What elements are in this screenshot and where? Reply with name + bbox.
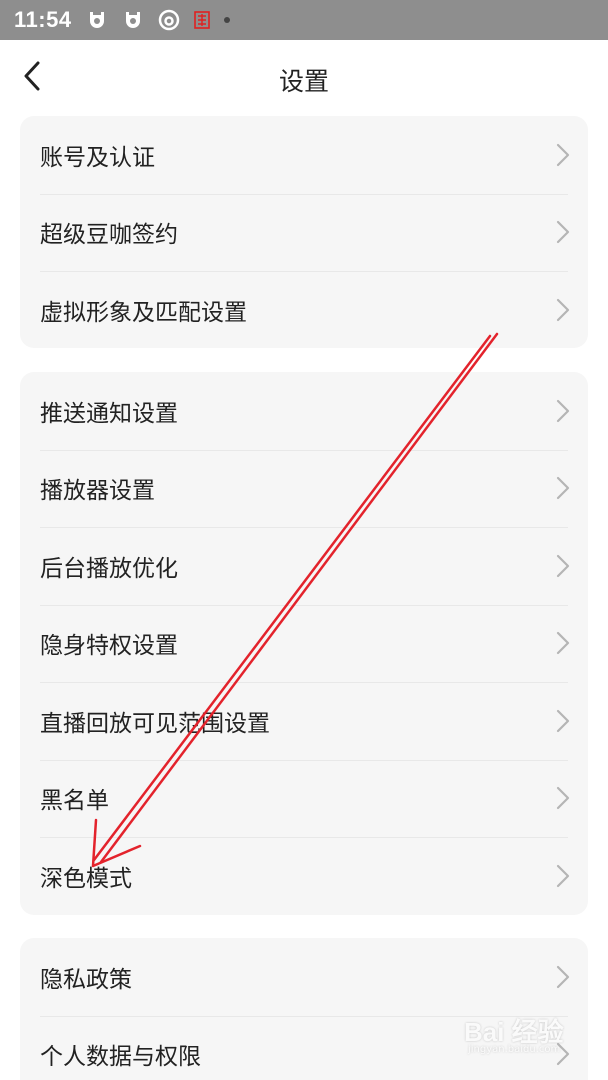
chevron-right-icon (556, 221, 570, 244)
row-background-playback[interactable]: 后台播放优化 (20, 527, 588, 605)
page-title: 设置 (278, 67, 329, 96)
row-label: 超级豆咖签约 (40, 222, 178, 249)
chevron-right-icon (556, 709, 570, 732)
row-dark-mode[interactable]: 深色模式 (20, 837, 588, 915)
chevron-right-icon (556, 143, 570, 166)
app-badge-icon (193, 10, 210, 30)
row-label: 推送通知设置 (40, 400, 178, 427)
row-invisible-privilege[interactable]: 隐身特权设置 (20, 604, 588, 683)
row-label: 个人数据与权限 (40, 1044, 201, 1071)
row-avatar-matching-settings[interactable]: 虚拟形象及匹配设置 (20, 271, 588, 348)
watermark-url: jingyan.baidu.com (468, 1044, 561, 1055)
settings-group-general: 推送通知设置 播放器设置 后台播放优化 隐身特权设置 直播回放可见范围设置 黑名… (20, 372, 588, 915)
row-label: 隐身特权设置 (40, 633, 178, 660)
watermark: Bai 经验 jingyan.baidu.com (464, 1012, 584, 1062)
row-label: 播放器设置 (40, 478, 155, 505)
notification-icon (122, 9, 144, 31)
row-label: 隐私政策 (40, 966, 132, 993)
status-icons (86, 9, 230, 31)
row-label: 直播回放可见范围设置 (40, 710, 270, 737)
row-account-verification[interactable]: 账号及认证 (20, 116, 588, 194)
status-time: 11:54 (14, 7, 72, 32)
row-label: 后台播放优化 (40, 555, 178, 582)
chevron-right-icon (556, 965, 570, 988)
netease-music-icon (158, 9, 180, 31)
row-label: 账号及认证 (40, 144, 155, 171)
dot-icon (223, 17, 230, 23)
row-label: 黑名单 (40, 788, 109, 815)
chevron-right-icon (556, 864, 570, 887)
row-label: 深色模式 (40, 865, 132, 892)
settings-group-account: 账号及认证 超级豆咖签约 虚拟形象及匹配设置 (20, 116, 588, 348)
chevron-right-icon (556, 477, 570, 500)
row-label: 虚拟形象及匹配设置 (40, 299, 247, 326)
row-live-replay-visibility[interactable]: 直播回放可见范围设置 (20, 682, 588, 760)
chevron-right-icon (556, 787, 570, 810)
chevron-right-icon (556, 554, 570, 577)
navigation-bar: 设置 (0, 40, 608, 112)
chevron-right-icon (556, 632, 570, 655)
row-push-notification-settings[interactable]: 推送通知设置 (20, 372, 588, 450)
row-privacy-policy[interactable]: 隐私政策 (20, 938, 588, 1016)
row-super-douka-contract[interactable]: 超级豆咖签约 (20, 193, 588, 272)
status-bar: 11:54 (0, 0, 608, 40)
chevron-right-icon (556, 298, 570, 321)
chevron-right-icon (556, 399, 570, 422)
notification-icon (86, 9, 108, 31)
row-player-settings[interactable]: 播放器设置 (20, 449, 588, 528)
row-blacklist[interactable]: 黑名单 (20, 759, 588, 838)
